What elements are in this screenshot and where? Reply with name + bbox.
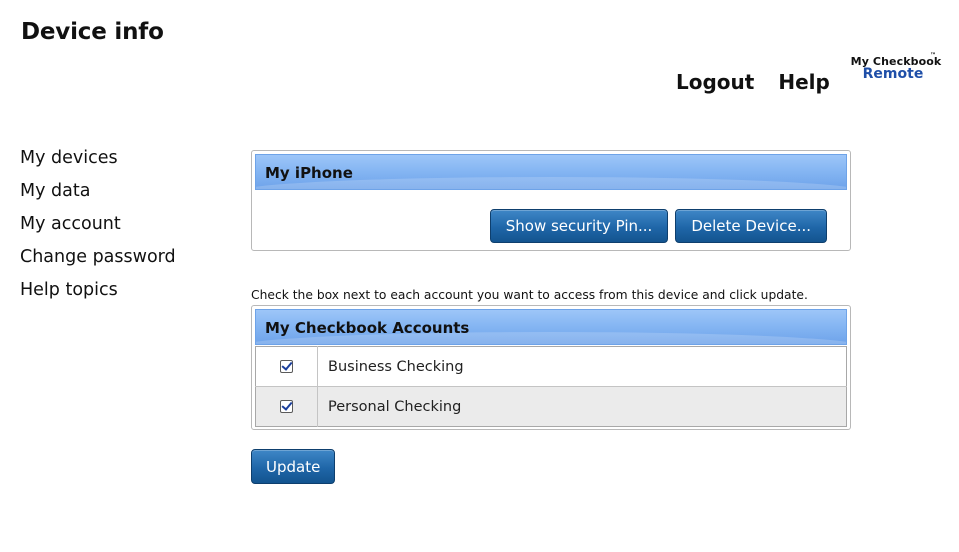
- logo-trademark: ™: [930, 52, 936, 59]
- app-logo: My Checkbook ™ Remote: [846, 52, 946, 82]
- accounts-panel: My Checkbook Accounts Business Checking …: [251, 305, 851, 430]
- logout-link[interactable]: Logout: [676, 70, 754, 94]
- page-title: Device info: [21, 19, 164, 45]
- checkbox-cell: [255, 346, 318, 387]
- sidebar-item-my-account[interactable]: My account: [20, 214, 176, 247]
- sidebar-item-help-topics[interactable]: Help topics: [20, 280, 176, 313]
- sidebar-item-my-devices[interactable]: My devices: [20, 148, 176, 181]
- accounts-panel-header: My Checkbook Accounts: [255, 309, 847, 345]
- top-links: Logout Help: [676, 70, 830, 94]
- personal-checking-checkbox[interactable]: [280, 400, 293, 413]
- device-actions: Show security Pin... Delete Device...: [489, 209, 827, 243]
- business-checking-checkbox[interactable]: [280, 360, 293, 373]
- account-name: Business Checking: [317, 346, 847, 387]
- update-button[interactable]: Update: [251, 449, 336, 484]
- show-security-pin-button[interactable]: Show security Pin...: [489, 209, 669, 243]
- table-row: Business Checking: [255, 346, 847, 387]
- accounts-table: Business Checking Personal Checking: [255, 346, 847, 427]
- delete-device-button[interactable]: Delete Device...: [675, 209, 827, 243]
- device-name: My iPhone: [265, 164, 353, 182]
- sidebar-item-change-password[interactable]: Change password: [20, 247, 176, 280]
- table-row: Personal Checking: [255, 386, 847, 427]
- help-link[interactable]: Help: [778, 70, 829, 94]
- sidebar-nav: My devices My data My account Change pas…: [20, 148, 176, 313]
- device-panel: My iPhone Show security Pin... Delete De…: [251, 150, 851, 251]
- account-instruction: Check the box next to each account you w…: [251, 288, 808, 302]
- accounts-panel-title: My Checkbook Accounts: [265, 319, 470, 337]
- logo-text-line2: Remote: [862, 66, 924, 82]
- sidebar-item-my-data[interactable]: My data: [20, 181, 176, 214]
- checkbox-cell: [255, 386, 318, 427]
- device-panel-header: My iPhone: [255, 154, 847, 190]
- account-name: Personal Checking: [317, 386, 847, 427]
